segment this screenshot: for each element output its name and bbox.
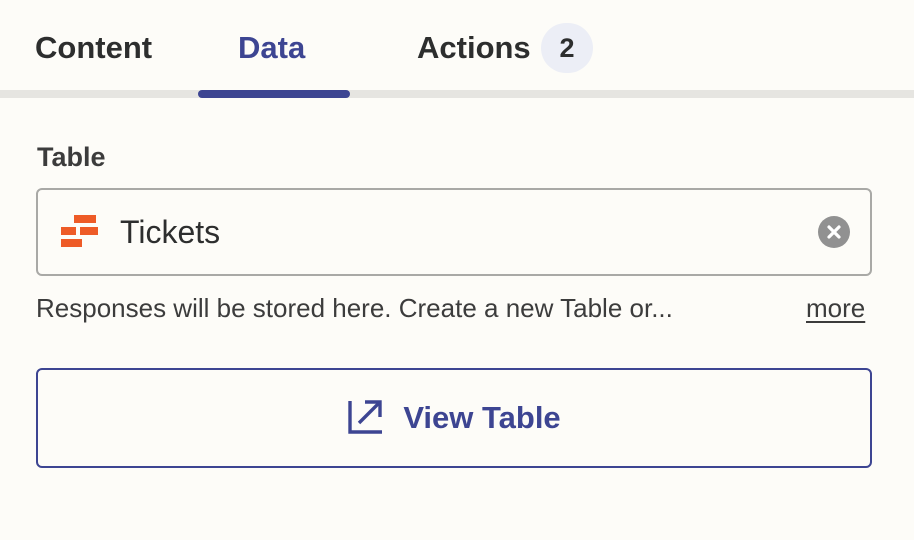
table-field-label: Table xyxy=(37,142,106,172)
actions-count-badge: 2 xyxy=(541,23,593,73)
external-link-icon xyxy=(348,400,383,434)
tab-actions[interactable]: Actions xyxy=(417,26,531,70)
table-helper-text: Responses will be stored here. Create a … xyxy=(36,293,673,323)
table-select-value: Tickets xyxy=(120,214,221,250)
clear-selection-button[interactable] xyxy=(818,216,850,248)
close-icon xyxy=(827,225,841,239)
more-link[interactable]: more xyxy=(806,291,865,325)
table-select[interactable]: Tickets xyxy=(36,188,872,276)
tab-content[interactable]: Content xyxy=(35,26,152,70)
tab-data[interactable]: Data xyxy=(238,26,305,70)
tab-bar-divider xyxy=(0,90,914,98)
table-icon xyxy=(61,215,98,247)
tab-bar: Content Data Actions 2 xyxy=(0,0,914,98)
active-tab-indicator xyxy=(198,90,350,98)
view-table-button[interactable]: View Table xyxy=(36,368,872,468)
view-table-label: View Table xyxy=(403,400,561,435)
